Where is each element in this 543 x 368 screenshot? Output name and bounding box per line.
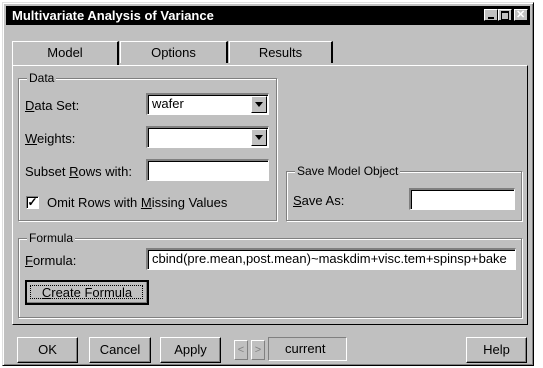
create-formula-button[interactable]: Create Formula	[25, 280, 149, 305]
dialog-window: Multivariate Analysis of Variance ✕ Mode…	[2, 2, 534, 366]
formula-input[interactable]: cbind(pre.mean,post.mean)~maskdim+visc.t…	[146, 248, 516, 270]
apply-button[interactable]: Apply	[160, 337, 221, 363]
tab-model-label: Model	[47, 45, 83, 60]
help-label: Help	[483, 342, 510, 357]
subset-rows-input[interactable]	[146, 159, 269, 181]
formula-label: Formula:	[25, 253, 77, 268]
next-button[interactable]: >	[251, 340, 265, 360]
data-set-label: Data Set:	[25, 98, 80, 113]
cancel-button[interactable]: Cancel	[89, 337, 151, 363]
data-group: Data Data Set: wafer Weights: Subset Row…	[18, 71, 277, 221]
close-button[interactable]: ✕	[514, 9, 528, 21]
formula-value: cbind(pre.mean,post.mean)~maskdim+visc.t…	[152, 251, 507, 266]
save-model-group: Save Model Object Save As:	[286, 164, 522, 221]
omit-missing-label[interactable]: Omit Rows with Missing Values	[47, 195, 227, 210]
apply-label: Apply	[174, 342, 207, 357]
tab-model[interactable]: Model	[12, 41, 119, 65]
focus-ring	[30, 285, 143, 299]
model-tab-panel: Data Data Set: wafer Weights: Subset Row…	[12, 65, 528, 325]
save-as-label: Save As:	[293, 193, 345, 208]
checkmark-icon: ✓	[27, 195, 38, 209]
chevron-left-icon: <	[237, 344, 245, 356]
cancel-label: Cancel	[99, 342, 141, 357]
weights-label: Weights:	[25, 131, 76, 146]
chevron-down-icon	[255, 102, 263, 107]
weights-dropdown-button[interactable]	[251, 129, 267, 146]
tab-options-label: Options	[151, 45, 196, 60]
save-model-legend: Save Model Object	[295, 164, 401, 178]
maximize-button[interactable]	[498, 9, 512, 21]
subset-rows-label: Subset Rows with:	[25, 164, 132, 179]
chevron-down-icon	[255, 135, 263, 140]
ok-label: OK	[38, 342, 57, 357]
current-label: current	[285, 341, 326, 356]
current-indicator: current	[268, 337, 347, 361]
tab-options[interactable]: Options	[120, 41, 228, 63]
save-as-input[interactable]	[409, 188, 515, 210]
omit-missing-checkbox[interactable]: ✓	[26, 196, 39, 209]
previous-button[interactable]: <	[234, 340, 248, 360]
ok-button[interactable]: OK	[17, 337, 78, 363]
data-set-dropdown-button[interactable]	[251, 96, 267, 113]
data-group-legend: Data	[27, 71, 57, 85]
help-button[interactable]: Help	[466, 337, 527, 363]
data-set-dropdown[interactable]: wafer	[146, 93, 269, 115]
weights-dropdown[interactable]	[146, 126, 269, 148]
minimize-icon	[488, 17, 494, 19]
data-set-value: wafer	[152, 96, 184, 111]
minimize-button[interactable]	[484, 9, 498, 21]
window-title: Multivariate Analysis of Variance	[12, 8, 214, 23]
close-icon: ✕	[516, 9, 526, 21]
maximize-icon	[501, 11, 509, 20]
tab-results[interactable]: Results	[229, 41, 333, 63]
tab-results-label: Results	[258, 45, 303, 60]
formula-group: Formula Formula: cbind(pre.mean,post.mea…	[18, 231, 522, 318]
title-bar[interactable]: Multivariate Analysis of Variance ✕	[6, 6, 530, 25]
formula-group-legend: Formula	[27, 231, 76, 245]
chevron-right-icon: >	[254, 344, 262, 356]
